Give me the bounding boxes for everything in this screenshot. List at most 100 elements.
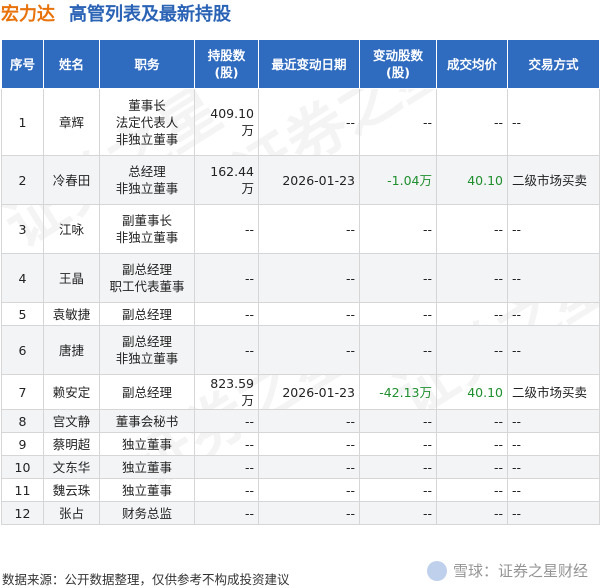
table-row: 8 宫文静 董事会秘书 -- -- -- -- --	[1, 409, 600, 433]
position-line: 总经理	[128, 164, 166, 179]
cell-seq: 3	[1, 204, 44, 254]
position-line: 副董事长	[121, 213, 172, 228]
cell-seq: 1	[1, 88, 44, 156]
cell-method: --	[507, 88, 600, 156]
cell-change: -42.13万	[359, 374, 437, 410]
cell-name: 蔡明超	[43, 432, 100, 456]
cell-method: --	[507, 501, 600, 525]
cell-seq: 4	[1, 253, 44, 303]
table-row: 10 文东华 独立董事 -- -- -- -- --	[1, 455, 600, 479]
cell-position: 副董事长 非独立董事	[99, 204, 195, 254]
header-name: 姓名	[43, 39, 100, 89]
cell-name: 唐捷	[43, 325, 100, 375]
cell-change: --	[359, 204, 437, 254]
cell-position: 财务总监	[99, 501, 195, 525]
header-position: 职务	[99, 39, 195, 89]
cell-change: --	[359, 432, 437, 456]
table-row: 9 蔡明超 独立董事 -- -- -- -- --	[1, 432, 600, 456]
cell-holding: --	[194, 478, 259, 502]
cell-change: --	[359, 325, 437, 375]
cell-seq: 11	[1, 478, 44, 502]
cell-position: 董事会秘书	[99, 409, 195, 433]
cell-date: --	[258, 478, 360, 502]
cell-method: 二级市场买卖	[507, 374, 600, 410]
cell-seq: 7	[1, 374, 44, 410]
cell-name: 赖安定	[43, 374, 100, 410]
position-line: 职工代表董事	[109, 279, 185, 294]
cell-holding: --	[194, 409, 259, 433]
cell-holding: --	[194, 253, 259, 303]
position-line: 副总经理	[121, 306, 172, 322]
cell-holding: --	[194, 302, 259, 326]
cell-price: --	[436, 478, 508, 502]
cell-method: --	[507, 432, 600, 456]
data-source-note: 数据来源：公开数据整理，仅供参考不构成投资建议	[2, 572, 290, 587]
cell-name: 袁敏捷	[43, 302, 100, 326]
cell-name: 文东华	[43, 455, 100, 479]
cell-date: --	[258, 325, 360, 375]
position-line: 非独立董事	[115, 351, 179, 366]
cell-holding: 162.44万	[194, 155, 259, 205]
cell-change: --	[359, 253, 437, 303]
cell-date: --	[258, 432, 360, 456]
cell-seq: 5	[1, 302, 44, 326]
position-line: 副总经理	[121, 384, 172, 400]
cell-price: --	[436, 204, 508, 254]
cell-method: --	[507, 455, 600, 479]
table-row: 2 冷春田 总经理 非独立董事 162.44万 2026-01-23 -1.04万 40.10…	[1, 155, 600, 205]
position-line: 独立董事	[121, 482, 172, 498]
cell-price: 40.10	[436, 155, 508, 205]
cell-seq: 6	[1, 325, 44, 375]
table-row: 6 唐捷 副总经理 非独立董事 -- -- -- -- --	[1, 325, 600, 375]
cell-change: --	[359, 501, 437, 525]
cell-change: --	[359, 409, 437, 433]
cell-position: 独立董事	[99, 432, 195, 456]
cell-method: --	[507, 204, 600, 254]
table-row: 12 张占 财务总监 -- -- -- -- --	[1, 501, 600, 525]
cell-name: 冷春田	[43, 155, 100, 205]
cell-name: 张占	[43, 501, 100, 525]
cell-position: 副总经理 职工代表董事	[99, 253, 195, 303]
company-name: 宏力达	[1, 4, 55, 25]
cell-holding: --	[194, 432, 259, 456]
page-title: 宏力达 高管列表及最新持股	[1, 2, 231, 28]
cell-holding: --	[194, 325, 259, 375]
cell-price: --	[436, 409, 508, 433]
position-line: 非独立董事	[115, 131, 179, 147]
cell-price: --	[436, 501, 508, 525]
cell-date: --	[258, 409, 360, 433]
cell-price: --	[436, 302, 508, 326]
position-line: 法定代表人	[115, 114, 179, 130]
cell-position: 总经理 非独立董事	[99, 155, 195, 205]
cell-name: 宫文静	[43, 409, 100, 433]
position-line: 独立董事	[121, 459, 172, 475]
cell-date: --	[258, 253, 360, 303]
cell-position: 副总经理	[99, 302, 195, 326]
cell-price: --	[436, 88, 508, 156]
cell-position: 董事长 法定代表人 非独立董事	[99, 88, 195, 156]
cell-holding: --	[194, 455, 259, 479]
header-seq: 序号	[1, 39, 44, 89]
page-subtitle: 高管列表及最新持股	[69, 4, 231, 25]
cell-method: --	[507, 253, 600, 303]
position-line: 董事长	[128, 97, 166, 113]
cell-date: --	[258, 501, 360, 525]
executive-table: 序号 姓名 职务 持股数 (股) 最近变动日期 变动股数 (股) 成交均价 交易方式…	[1, 39, 600, 525]
cell-date: --	[258, 455, 360, 479]
cell-date: --	[258, 302, 360, 326]
position-line: 非独立董事	[115, 181, 179, 196]
table-header-row: 序号 姓名 职务 持股数 (股) 最近变动日期 变动股数 (股) 成交均价 交易方式	[1, 39, 600, 89]
brand-mark: 雪球：证券之星财经	[426, 560, 588, 581]
cell-change: --	[359, 455, 437, 479]
cell-holding: 409.10万	[194, 88, 259, 156]
header-price: 成交均价	[436, 39, 508, 89]
snowball-logo-icon	[426, 560, 447, 581]
cell-method: --	[507, 325, 600, 375]
position-line: 副总经理	[121, 334, 172, 349]
header-holding: 持股数 (股)	[194, 39, 259, 89]
cell-price: --	[436, 253, 508, 303]
cell-name: 王晶	[43, 253, 100, 303]
cell-date: 2026-01-23	[258, 155, 360, 205]
cell-holding: --	[194, 501, 259, 525]
cell-method: --	[507, 302, 600, 326]
